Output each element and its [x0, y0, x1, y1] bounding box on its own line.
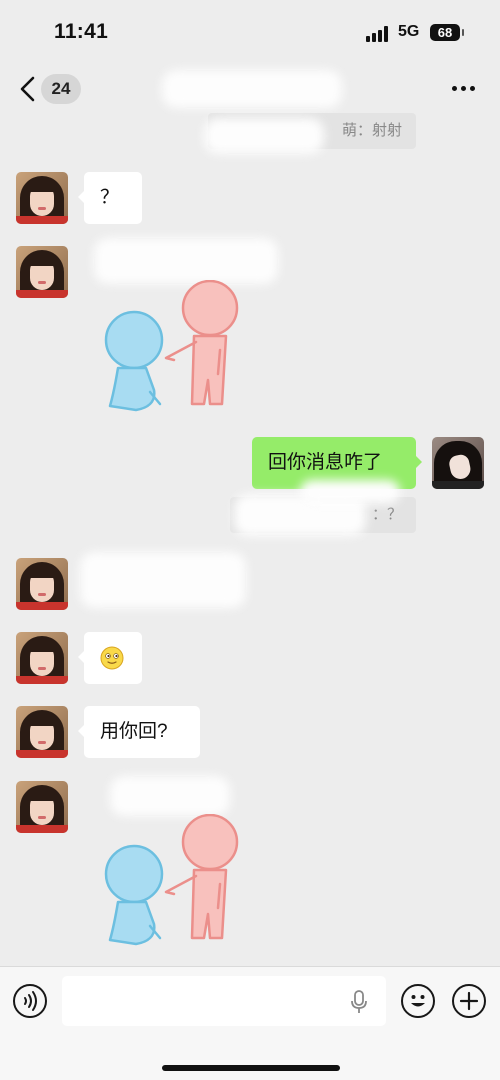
chat-header: 24	[0, 64, 500, 114]
sticker-image[interactable]	[96, 814, 242, 954]
chevron-left-icon[interactable]	[14, 72, 44, 106]
system-note-text: ：？	[371, 506, 402, 523]
emoji-icon[interactable]	[401, 984, 435, 1018]
network-label: 5G	[398, 23, 420, 40]
message-redacted	[94, 238, 278, 284]
home-indicator	[162, 1065, 340, 1071]
avatar-self[interactable]	[432, 437, 484, 489]
message-redacted	[110, 776, 230, 816]
avatar[interactable]	[16, 706, 68, 758]
avatar[interactable]	[16, 172, 68, 224]
message-bubble[interactable]: 用你回?	[78, 706, 200, 758]
battery-icon: 68	[430, 24, 464, 41]
message-bubble[interactable]: ？	[78, 172, 142, 224]
signal-icon	[366, 26, 392, 42]
unread-count-badge[interactable]: 24	[41, 74, 81, 104]
message-bubble[interactable]	[78, 632, 142, 684]
message-text: 用你回?	[100, 721, 168, 742]
system-note-text: 萌：射射	[341, 122, 402, 139]
mic-icon[interactable]	[350, 990, 368, 1014]
status-bar: 11:41 5G 68	[0, 0, 500, 64]
add-icon[interactable]	[452, 984, 486, 1018]
message-redacted	[300, 480, 400, 504]
avatar[interactable]	[16, 558, 68, 610]
system-note-redacted	[204, 118, 324, 154]
avatar[interactable]	[16, 781, 68, 833]
voice-icon[interactable]	[13, 984, 47, 1018]
avatar[interactable]	[16, 246, 68, 298]
more-dots-icon[interactable]	[448, 78, 480, 98]
sticker-image[interactable]	[96, 280, 242, 420]
input-bar	[0, 966, 500, 1080]
message-redacted	[80, 552, 246, 608]
message-input[interactable]	[62, 976, 386, 1026]
smiley-emoji-icon	[100, 646, 124, 670]
message-text: 回你消息咋了	[268, 452, 383, 473]
chat-title-redacted	[162, 70, 342, 108]
status-time: 11:41	[54, 20, 109, 43]
message-text: ？	[100, 187, 120, 208]
avatar[interactable]	[16, 632, 68, 684]
